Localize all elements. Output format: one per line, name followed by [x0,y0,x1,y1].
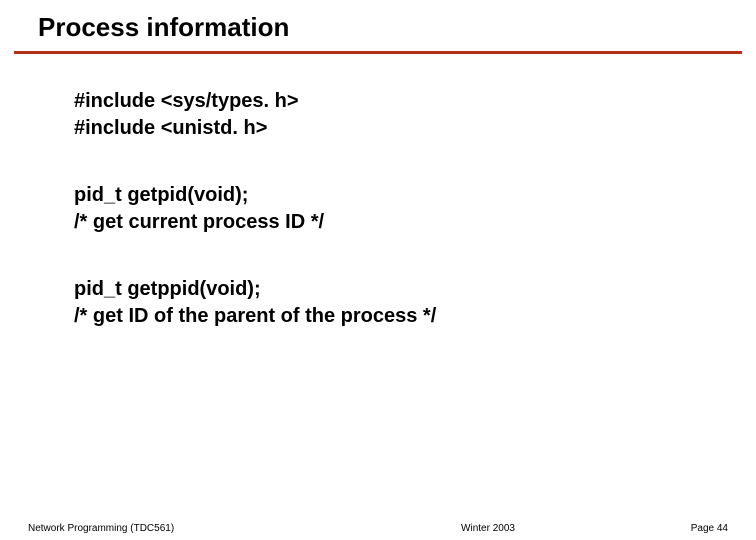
code-line: pid_t getpid(void); [74,182,756,209]
slide-title: Process information [0,0,756,51]
code-block-getppid: pid_t getppid(void); /* get ID of the pa… [74,276,756,330]
footer: Network Programming (TDC561) Winter 2003… [0,523,756,534]
code-line: #include <sys/types. h> [74,88,756,115]
code-line: #include <unistd. h> [74,115,756,142]
code-line: pid_t getppid(void); [74,276,756,303]
slide: Process information #include <sys/types.… [0,0,756,540]
footer-left: Network Programming (TDC561) [28,523,174,534]
code-line: /* get current process ID */ [74,209,756,236]
slide-content: #include <sys/types. h> #include <unistd… [0,54,756,330]
code-block-includes: #include <sys/types. h> #include <unistd… [74,88,756,142]
code-line: /* get ID of the parent of the process *… [74,303,756,330]
footer-right: Page 44 [691,523,728,534]
code-block-getpid: pid_t getpid(void); /* get current proce… [74,182,756,236]
